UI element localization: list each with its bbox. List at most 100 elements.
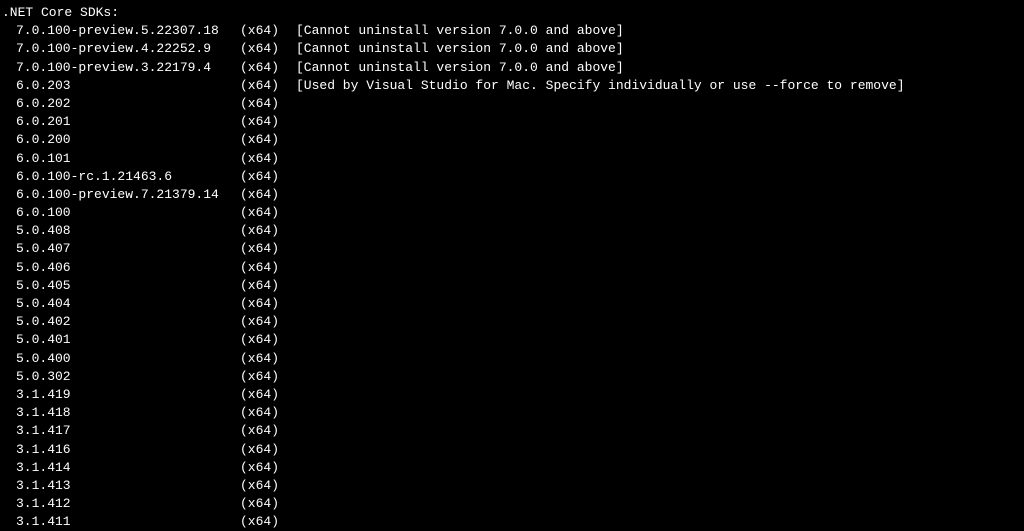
- sdk-row: 6.0.202(x64): [0, 95, 1024, 113]
- sdk-row: 6.0.203(x64)[Used by Visual Studio for M…: [0, 77, 1024, 95]
- sdk-version: 6.0.202: [0, 95, 240, 113]
- sdk-version: 6.0.100: [0, 204, 240, 222]
- sdk-arch: (x64): [240, 22, 296, 40]
- sdk-list-header: .NET Core SDKs:: [0, 4, 1024, 22]
- sdk-list: 7.0.100-preview.5.22307.18(x64)[Cannot u…: [0, 22, 1024, 531]
- sdk-note: [296, 186, 1024, 204]
- sdk-version: 6.0.203: [0, 77, 240, 95]
- sdk-version: 6.0.101: [0, 150, 240, 168]
- sdk-row: 6.0.100-rc.1.21463.6(x64): [0, 168, 1024, 186]
- sdk-arch: (x64): [240, 204, 296, 222]
- sdk-version: 6.0.100-preview.7.21379.14: [0, 186, 240, 204]
- sdk-row: 6.0.100(x64): [0, 204, 1024, 222]
- sdk-note: [296, 404, 1024, 422]
- sdk-arch: (x64): [240, 168, 296, 186]
- sdk-row: 5.0.407(x64): [0, 240, 1024, 258]
- sdk-arch: (x64): [240, 131, 296, 149]
- sdk-arch: (x64): [240, 295, 296, 313]
- sdk-version: 6.0.200: [0, 131, 240, 149]
- sdk-row: 3.1.412(x64): [0, 495, 1024, 513]
- sdk-row: 5.0.406(x64): [0, 259, 1024, 277]
- sdk-row: 6.0.201(x64): [0, 113, 1024, 131]
- sdk-note: [296, 495, 1024, 513]
- sdk-row: 3.1.413(x64): [0, 477, 1024, 495]
- sdk-arch: (x64): [240, 222, 296, 240]
- sdk-note: [296, 222, 1024, 240]
- sdk-version: 3.1.419: [0, 386, 240, 404]
- sdk-row: 5.0.404(x64): [0, 295, 1024, 313]
- sdk-arch: (x64): [240, 477, 296, 495]
- sdk-version: 5.0.404: [0, 295, 240, 313]
- sdk-note: [296, 150, 1024, 168]
- sdk-note: [Cannot uninstall version 7.0.0 and abov…: [296, 40, 1024, 58]
- sdk-version: 5.0.402: [0, 313, 240, 331]
- sdk-arch: (x64): [240, 459, 296, 477]
- sdk-note: [296, 95, 1024, 113]
- sdk-row: 3.1.419(x64): [0, 386, 1024, 404]
- sdk-arch: (x64): [240, 113, 296, 131]
- sdk-note: [296, 240, 1024, 258]
- sdk-note: [296, 422, 1024, 440]
- sdk-version: 5.0.302: [0, 368, 240, 386]
- sdk-arch: (x64): [240, 368, 296, 386]
- sdk-version: 7.0.100-preview.5.22307.18: [0, 22, 240, 40]
- sdk-arch: (x64): [240, 386, 296, 404]
- sdk-note: [296, 204, 1024, 222]
- sdk-note: [296, 277, 1024, 295]
- sdk-arch: (x64): [240, 59, 296, 77]
- sdk-arch: (x64): [240, 77, 296, 95]
- sdk-version: 3.1.412: [0, 495, 240, 513]
- sdk-version: 5.0.405: [0, 277, 240, 295]
- sdk-version: 5.0.400: [0, 350, 240, 368]
- sdk-arch: (x64): [240, 404, 296, 422]
- sdk-version: 3.1.417: [0, 422, 240, 440]
- sdk-version: 6.0.100-rc.1.21463.6: [0, 168, 240, 186]
- sdk-note: [Cannot uninstall version 7.0.0 and abov…: [296, 59, 1024, 77]
- sdk-note: [Used by Visual Studio for Mac. Specify …: [296, 77, 1024, 95]
- sdk-note: [296, 459, 1024, 477]
- sdk-version: 3.1.418: [0, 404, 240, 422]
- sdk-arch: (x64): [240, 331, 296, 349]
- sdk-arch: (x64): [240, 240, 296, 258]
- sdk-row: 5.0.408(x64): [0, 222, 1024, 240]
- sdk-row: 7.0.100-preview.3.22179.4(x64)[Cannot un…: [0, 59, 1024, 77]
- sdk-arch: (x64): [240, 422, 296, 440]
- sdk-note: [296, 295, 1024, 313]
- sdk-arch: (x64): [240, 40, 296, 58]
- sdk-arch: (x64): [240, 441, 296, 459]
- sdk-version: 5.0.408: [0, 222, 240, 240]
- sdk-version: 5.0.406: [0, 259, 240, 277]
- sdk-version: 6.0.201: [0, 113, 240, 131]
- sdk-note: [Cannot uninstall version 7.0.0 and abov…: [296, 22, 1024, 40]
- sdk-version: 7.0.100-preview.4.22252.9: [0, 40, 240, 58]
- sdk-note: [296, 259, 1024, 277]
- sdk-note: [296, 386, 1024, 404]
- sdk-row: 5.0.400(x64): [0, 350, 1024, 368]
- sdk-arch: (x64): [240, 277, 296, 295]
- sdk-note: [296, 350, 1024, 368]
- sdk-row: 5.0.402(x64): [0, 313, 1024, 331]
- sdk-arch: (x64): [240, 186, 296, 204]
- sdk-row: 3.1.417(x64): [0, 422, 1024, 440]
- sdk-note: [296, 168, 1024, 186]
- sdk-arch: (x64): [240, 313, 296, 331]
- sdk-note: [296, 331, 1024, 349]
- sdk-note: [296, 368, 1024, 386]
- sdk-arch: (x64): [240, 350, 296, 368]
- sdk-row: 7.0.100-preview.5.22307.18(x64)[Cannot u…: [0, 22, 1024, 40]
- sdk-version: 7.0.100-preview.3.22179.4: [0, 59, 240, 77]
- sdk-version: 5.0.401: [0, 331, 240, 349]
- sdk-row: 6.0.200(x64): [0, 131, 1024, 149]
- sdk-version: 3.1.416: [0, 441, 240, 459]
- sdk-row: 5.0.401(x64): [0, 331, 1024, 349]
- sdk-note: [296, 313, 1024, 331]
- sdk-row: 3.1.414(x64): [0, 459, 1024, 477]
- sdk-arch: (x64): [240, 95, 296, 113]
- sdk-version: 3.1.413: [0, 477, 240, 495]
- sdk-note: [296, 131, 1024, 149]
- sdk-arch: (x64): [240, 259, 296, 277]
- sdk-row: 3.1.416(x64): [0, 441, 1024, 459]
- sdk-arch: (x64): [240, 150, 296, 168]
- sdk-row: 3.1.418(x64): [0, 404, 1024, 422]
- sdk-row: 5.0.405(x64): [0, 277, 1024, 295]
